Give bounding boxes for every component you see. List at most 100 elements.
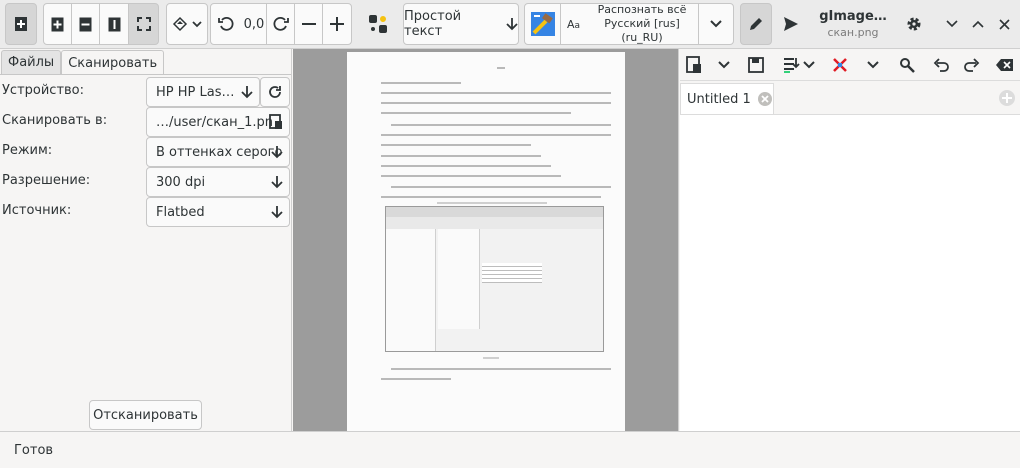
chevron-down-icon — [192, 20, 202, 28]
arrow-down-icon — [506, 17, 518, 31]
add-tab-icon[interactable] — [998, 89, 1016, 107]
add-image-icon — [14, 16, 28, 32]
image-adjust-icon — [172, 16, 188, 32]
minimize-button[interactable] — [938, 3, 966, 45]
arrow-down-icon — [271, 144, 283, 160]
scanned-page-image — [347, 52, 625, 431]
recognize-all-label: Распознать всё — [597, 3, 687, 16]
autodetect-layout-button[interactable] — [360, 3, 396, 45]
source-label: Источник: — [2, 203, 72, 218]
rotate-left-button[interactable] — [210, 3, 242, 45]
plus-icon — [330, 17, 344, 31]
recognize-button[interactable] — [524, 3, 561, 45]
arrow-down-icon — [271, 204, 283, 220]
find-replace-icon[interactable] — [899, 57, 915, 73]
document-open-icon — [269, 114, 283, 130]
resolution-label: Разрешение: — [2, 173, 91, 188]
strip-linebreaks-icon[interactable] — [831, 56, 849, 74]
scan-to-label: Сканировать в: — [2, 113, 108, 128]
chevron-down-icon[interactable] — [803, 61, 815, 69]
editor-tab-label: Untitled 1 — [687, 91, 751, 107]
send-output-button[interactable] — [774, 3, 808, 45]
mode-combo[interactable]: В оттенках серого — [146, 137, 290, 167]
chevron-down-icon[interactable] — [718, 61, 730, 69]
source-row: Источник: Flatbed — [2, 197, 292, 227]
arrow-down-icon — [241, 84, 253, 100]
pencil-icon — [748, 16, 764, 32]
output-text-area[interactable] — [680, 115, 1020, 431]
remove-page-button[interactable] — [71, 3, 100, 45]
app-title: gImage… — [819, 9, 887, 24]
zoom-in-button[interactable] — [322, 3, 352, 45]
embedded-screenshot — [385, 206, 604, 352]
tab-files[interactable]: Файлы — [1, 50, 62, 74]
settings-button[interactable] — [898, 3, 930, 45]
text-format-combo[interactable]: Простой текст — [403, 3, 519, 45]
tab-files-label: Файлы — [8, 55, 55, 70]
tab-scan[interactable]: Сканировать — [61, 50, 165, 75]
device-value: HP HP Las… — [156, 84, 235, 100]
mode-label: Режим: — [2, 143, 53, 158]
zoom-out-button[interactable] — [294, 3, 323, 45]
minus-icon — [301, 23, 316, 25]
insert-mode-button[interactable] — [686, 56, 702, 74]
source-value: Flatbed — [156, 204, 205, 220]
add-page-button[interactable] — [43, 3, 72, 45]
undo-icon[interactable] — [933, 58, 949, 72]
mode-row: Режим: В оттенках серого — [2, 137, 292, 167]
image-controls-menu[interactable] — [166, 3, 208, 45]
window-title: gImage… скан.png — [806, 8, 900, 40]
rotate-right-icon — [273, 16, 289, 32]
source-tabs: Файлы Сканировать — [0, 50, 165, 75]
chevron-up-icon — [972, 20, 984, 28]
chevron-down-icon — [946, 20, 958, 28]
plus-page-icon — [51, 17, 64, 32]
header-bar: 0,0 Простой текст Aa Распознать всё Русс… — [0, 0, 1020, 49]
add-image-button[interactable] — [5, 3, 37, 45]
rotate-right-button[interactable] — [266, 3, 295, 45]
resolution-value: 300 dpi — [156, 174, 206, 190]
device-label: Устройство: — [2, 83, 85, 98]
spellcheck-language-icon[interactable] — [783, 56, 801, 74]
chevron-down-icon[interactable] — [867, 61, 879, 69]
device-row: Устройство: HP HP Las… — [2, 77, 292, 107]
scan-button[interactable]: Отсканировать — [89, 400, 202, 430]
source-pane: Файлы Сканировать Устройство: HP HP Las…… — [0, 49, 292, 431]
language-menu-button[interactable] — [698, 3, 734, 45]
tab-untitled-1[interactable]: Untitled 1 — [680, 83, 774, 114]
close-tab-icon[interactable] — [757, 91, 773, 107]
output-file-button[interactable]: …/user/скан_1.png — [146, 107, 290, 137]
send-icon — [783, 16, 799, 32]
abc-language-icon: Aa — [567, 17, 581, 31]
autodetect-layout-icon — [367, 13, 389, 35]
redo-icon[interactable] — [964, 58, 980, 72]
maximize-button[interactable] — [964, 3, 992, 45]
editor-tab-bar: Untitled 1 — [680, 81, 1020, 115]
chevron-down-icon — [710, 20, 722, 28]
refresh-devices-button[interactable] — [260, 77, 290, 107]
scan-button-label: Отсканировать — [93, 407, 198, 423]
close-button[interactable] — [990, 3, 1018, 45]
normal-size-button[interactable] — [99, 3, 129, 45]
rotation-value-field[interactable]: 0,0 — [241, 3, 267, 45]
clear-output-icon[interactable] — [996, 58, 1014, 72]
edit-mode-button[interactable] — [740, 3, 772, 45]
status-bar: Готов — [0, 431, 1020, 468]
best-fit-button[interactable] — [128, 3, 159, 45]
file-subtitle: скан.png — [827, 26, 879, 39]
source-combo[interactable]: Flatbed — [146, 197, 290, 227]
editor-toolbar — [680, 49, 1020, 81]
resolution-row: Разрешение: 300 dpi — [2, 167, 292, 197]
language-label: Русский [rus] (ru_RU) — [604, 17, 680, 44]
scan-to-value: …/user/скан_1.png — [156, 114, 272, 130]
minus-page-icon — [79, 17, 92, 32]
device-combo[interactable]: HP HP Las… — [146, 77, 260, 107]
close-icon — [998, 18, 1010, 30]
image-canvas[interactable] — [293, 49, 679, 431]
recognize-language-button[interactable]: Aa Распознать всё Русский [rus] (ru_RU) — [560, 3, 699, 45]
scan-to-row: Сканировать в: …/user/скан_1.png — [2, 107, 292, 137]
save-icon[interactable] — [748, 57, 764, 73]
rotate-left-icon — [218, 16, 234, 32]
mode-value: В оттенках серого — [156, 144, 283, 160]
resolution-combo[interactable]: 300 dpi — [146, 167, 290, 197]
